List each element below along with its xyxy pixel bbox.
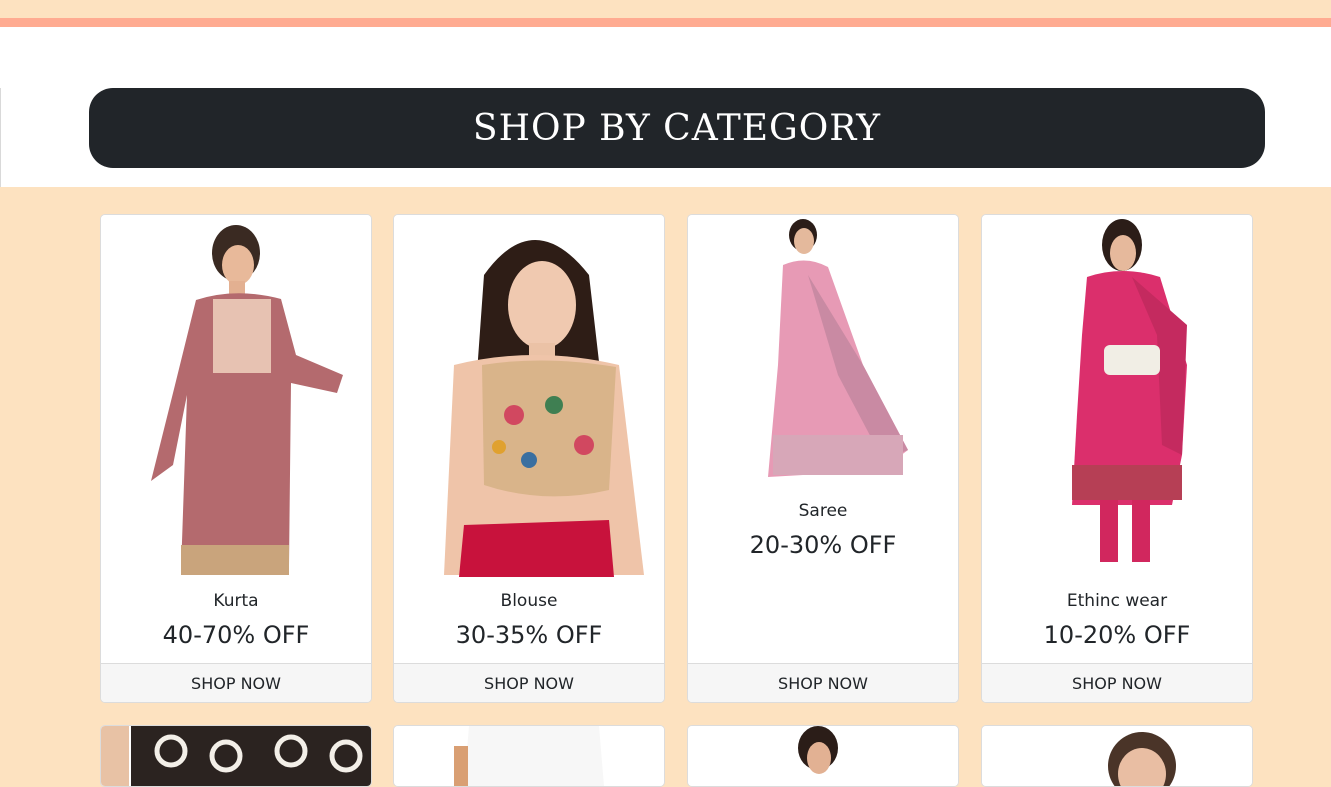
category-offer: 20-30% OFF [749,531,897,559]
model-head-image [688,726,958,786]
kurta-model-image[interactable] [101,215,371,577]
model-head-image [982,726,1252,786]
page-title: SHOP BY CATEGORY [472,107,882,149]
white-garment-image [394,726,664,786]
shop-now-button[interactable]: SHOP NOW [394,663,664,702]
category-name: Saree [798,501,848,521]
top-strip [0,0,1331,18]
shop-now-button[interactable]: SHOP NOW [982,663,1252,702]
category-card-saree[interactable]: Saree 20-30% OFF SHOP NOW [687,214,959,703]
category-name: Blouse [500,591,558,611]
accent-divider [0,18,1331,27]
category-card-row2-4[interactable] [981,725,1253,787]
category-offer: 40-70% OFF [162,621,310,649]
category-name: Kurta [213,591,259,611]
blouse-model-image[interactable] [394,215,664,577]
ethnic-wear-model-image[interactable] [982,215,1252,577]
header-band-edge [0,88,1,187]
category-card-row2-2[interactable] [393,725,665,787]
category-banner: SHOP BY CATEGORY [89,88,1265,168]
category-offer: 30-35% OFF [455,621,603,649]
shop-now-button[interactable]: SHOP NOW [688,663,958,702]
category-card-row2-3[interactable] [687,725,959,787]
shop-now-button[interactable]: SHOP NOW [101,663,371,702]
category-card-blouse[interactable]: Blouse 30-35% OFF SHOP NOW [393,214,665,703]
patterned-garment-image [101,726,371,786]
category-name: Ethinc wear [1066,591,1168,611]
category-offer: 10-20% OFF [1043,621,1191,649]
category-card-kurta[interactable]: Kurta 40-70% OFF SHOP NOW [100,214,372,703]
category-card-row2-1[interactable] [100,725,372,787]
category-card-ethnic-wear[interactable]: Ethinc wear 10-20% OFF SHOP NOW [981,214,1253,703]
saree-model-image[interactable] [688,215,958,487]
